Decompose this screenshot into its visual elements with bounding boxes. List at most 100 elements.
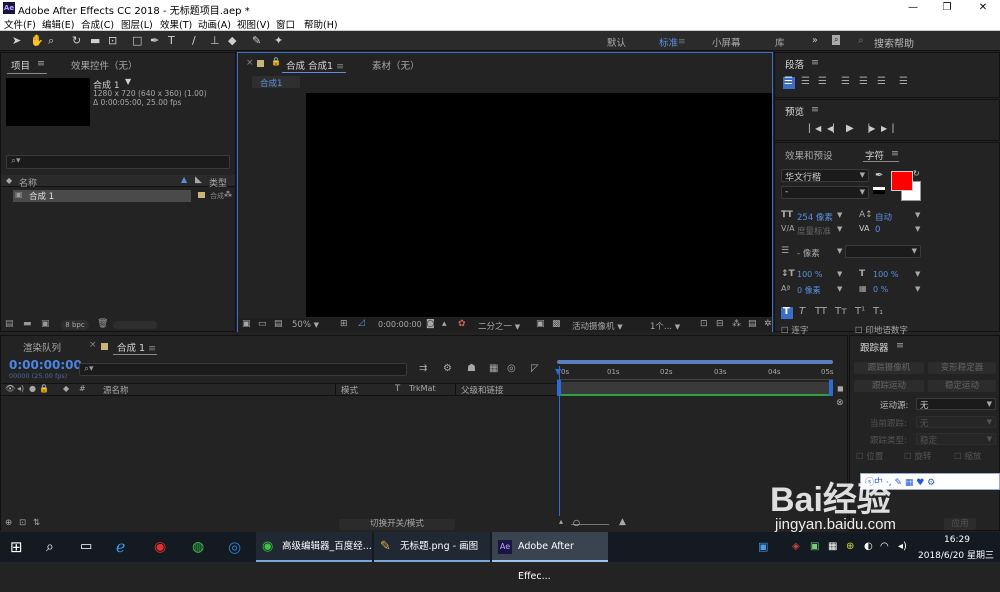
subscript-button[interactable]: T₁ xyxy=(873,306,883,317)
menu-animation[interactable]: 动画(A) xyxy=(198,17,231,31)
toggle-switches-modes-button[interactable]: 切换开关/模式 xyxy=(339,519,455,530)
workspace-menu-icon[interactable]: ≡ xyxy=(678,37,686,47)
tray-wifi-icon[interactable]: ◠ xyxy=(880,532,889,562)
baseline-shift-value[interactable]: 0 像素 xyxy=(797,285,821,296)
rotate-tool-icon[interactable]: ↻ xyxy=(72,34,81,47)
chevron-down-icon[interactable]: ▼ xyxy=(837,285,842,293)
menu-layer[interactable]: 图层(L) xyxy=(121,17,153,31)
flowchart-icon[interactable]: ▤ xyxy=(748,319,757,329)
tray-app-icon[interactable]: ▣ xyxy=(758,532,768,562)
layer-track-area[interactable] xyxy=(557,382,833,394)
tray-network-icon[interactable]: ▦ xyxy=(828,532,837,562)
project-search-input[interactable]: ⌕▾ xyxy=(6,155,230,169)
tab-tracker[interactable]: 跟踪器 xyxy=(860,340,889,354)
bpc-button[interactable]: 8 bpc xyxy=(61,320,89,330)
panel-menu-icon[interactable]: ≡ xyxy=(896,340,904,351)
resolution-grid-icon[interactable]: ⊞ xyxy=(340,319,348,329)
frame-blending-icon[interactable]: ▦ xyxy=(489,363,498,374)
stabilize-motion-button[interactable]: 稳定运动 xyxy=(928,380,996,392)
play-icon[interactable]: ▶ xyxy=(846,123,854,134)
rectangle-tool-icon[interactable]: □ xyxy=(132,34,142,47)
first-frame-icon[interactable]: ▏◀ xyxy=(809,124,821,133)
justify-left-icon[interactable]: ☰ xyxy=(841,76,850,87)
track-camera-button[interactable]: 跟踪摄像机 xyxy=(854,362,924,374)
browser-icon[interactable]: ◎ xyxy=(228,532,241,562)
resolution-select[interactable]: 二分之一 ▼ xyxy=(478,320,520,332)
composition-canvas[interactable] xyxy=(306,93,772,317)
font-size-value[interactable]: 254 像素 xyxy=(797,211,833,223)
windows-start-icon[interactable]: ⊞ xyxy=(10,532,23,562)
layer-switches-icon[interactable]: ⊕ xyxy=(5,518,12,528)
clock-time[interactable]: 16:29 xyxy=(944,535,970,545)
snapshot-icon[interactable]: ◙ xyxy=(426,319,435,329)
motion-blur-icon[interactable]: ◎ xyxy=(507,363,516,374)
column-t[interactable]: T xyxy=(395,384,400,394)
zoom-out-icon[interactable]: ▴ xyxy=(559,517,563,526)
in-out-icon[interactable]: ⇅ xyxy=(33,518,40,528)
maximize-button[interactable]: ❐ xyxy=(932,0,962,16)
chevron-down-icon[interactable]: ▼ xyxy=(915,270,920,278)
workspace-default[interactable]: 默认 xyxy=(607,35,626,49)
next-frame-icon[interactable]: ▕▶ xyxy=(863,124,875,133)
new-folder-icon[interactable]: ▬ xyxy=(23,319,32,329)
reset-exposure-icon[interactable]: ✲ xyxy=(764,319,772,329)
tab-paragraph[interactable]: 段落 xyxy=(785,57,804,71)
clock-date[interactable]: 2018/6/20 星期三 xyxy=(918,548,994,561)
brush-tool-icon[interactable]: / xyxy=(192,34,196,47)
task-view-icon[interactable]: ▭ xyxy=(80,532,92,562)
roto-brush-tool-icon[interactable]: ✎ xyxy=(252,34,261,47)
puppet-pin-tool-icon[interactable]: ✦ xyxy=(274,34,283,47)
panel-menu-icon[interactable]: ≡ xyxy=(37,58,45,69)
zoom-tool-icon[interactable]: ⌕ xyxy=(48,34,54,48)
panel-menu-icon[interactable]: ≡ xyxy=(891,148,899,159)
pen-tool-icon[interactable]: ✒ xyxy=(150,34,159,47)
ie-browser-icon[interactable]: ℯ xyxy=(116,532,125,562)
pan-behind-tool-icon[interactable]: ⊡ xyxy=(108,34,117,47)
preview-icon[interactable]: ▤ xyxy=(274,319,283,329)
horizontal-scale-value[interactable]: 100 % xyxy=(873,270,898,279)
column-type[interactable]: 类型 xyxy=(209,176,227,189)
shy-layers-icon[interactable]: ☗ xyxy=(467,363,476,374)
timeline-icon[interactable]: ⁂ xyxy=(732,319,741,329)
search-help-icon[interactable]: ⌕ xyxy=(832,35,841,45)
minimize-button[interactable]: — xyxy=(898,0,928,16)
comp-marker-icon[interactable]: ◼ xyxy=(837,384,844,393)
menu-window[interactable]: 窗口 xyxy=(276,17,295,31)
project-item-row[interactable]: ▣ 合成 1 合成 ⁂ xyxy=(1,189,235,202)
align-center-icon[interactable]: ☰ xyxy=(801,76,810,87)
current-time[interactable]: 0:00:00:00 xyxy=(378,320,422,329)
column-parent[interactable]: 父级和链接 xyxy=(461,384,504,396)
workspace-small-screen[interactable]: 小屏幕 xyxy=(712,35,741,49)
search-icon[interactable]: ⌕ xyxy=(46,532,54,562)
work-area-bar[interactable] xyxy=(557,360,833,364)
tray-update-icon[interactable]: ⊕ xyxy=(846,532,854,562)
comp-subtab[interactable]: 合成1 xyxy=(252,76,300,89)
interpret-footage-icon[interactable]: ▤ xyxy=(5,319,14,329)
chevron-down-icon[interactable]: ▼ xyxy=(837,270,842,278)
all-caps-button[interactable]: TT xyxy=(815,306,827,317)
clone-stamp-tool-icon[interactable]: ⊥ xyxy=(210,34,220,47)
kerning-value[interactable]: 度量标准 xyxy=(797,225,831,237)
comp-mini-flowchart-icon[interactable]: ⇉ xyxy=(419,363,427,374)
type-tool-icon[interactable]: T xyxy=(168,34,175,47)
menu-edit[interactable]: 编辑(E) xyxy=(42,17,74,31)
tab-preview[interactable]: 预览 xyxy=(785,104,804,118)
tab-effects-presets[interactable]: 效果和预设 xyxy=(785,148,833,162)
column-mode[interactable]: 模式 xyxy=(341,384,358,396)
chevron-down-icon[interactable]: ▼ xyxy=(837,247,842,255)
tray-volume-icon[interactable]: ◂) xyxy=(898,532,907,562)
chevron-down-icon[interactable]: ▼ xyxy=(915,211,920,219)
mask-visibility-icon[interactable]: ◿ xyxy=(358,318,365,328)
menu-help[interactable]: 帮助(H) xyxy=(304,17,338,31)
column-trkmat[interactable]: TrkMat xyxy=(409,384,436,393)
tab-composition[interactable]: 合成 合成1 ≡ xyxy=(286,58,344,72)
taskbar-app-after-effects[interactable]: Ae Adobe After Effec... xyxy=(492,532,608,582)
tab-footage[interactable]: 素材（无） xyxy=(372,58,420,72)
scale-checkbox[interactable]: ☐ 缩放 xyxy=(954,450,981,462)
trash-icon[interactable]: 🗑 xyxy=(97,319,108,329)
panel-menu-icon[interactable]: ≡ xyxy=(811,57,819,68)
transparency-grid-icon[interactable]: ▩ xyxy=(552,319,561,329)
new-composition-icon[interactable]: ▣ xyxy=(41,319,50,329)
workspace-standard[interactable]: 标准 xyxy=(659,35,678,49)
justify-center-icon[interactable]: ☰ xyxy=(859,76,868,87)
